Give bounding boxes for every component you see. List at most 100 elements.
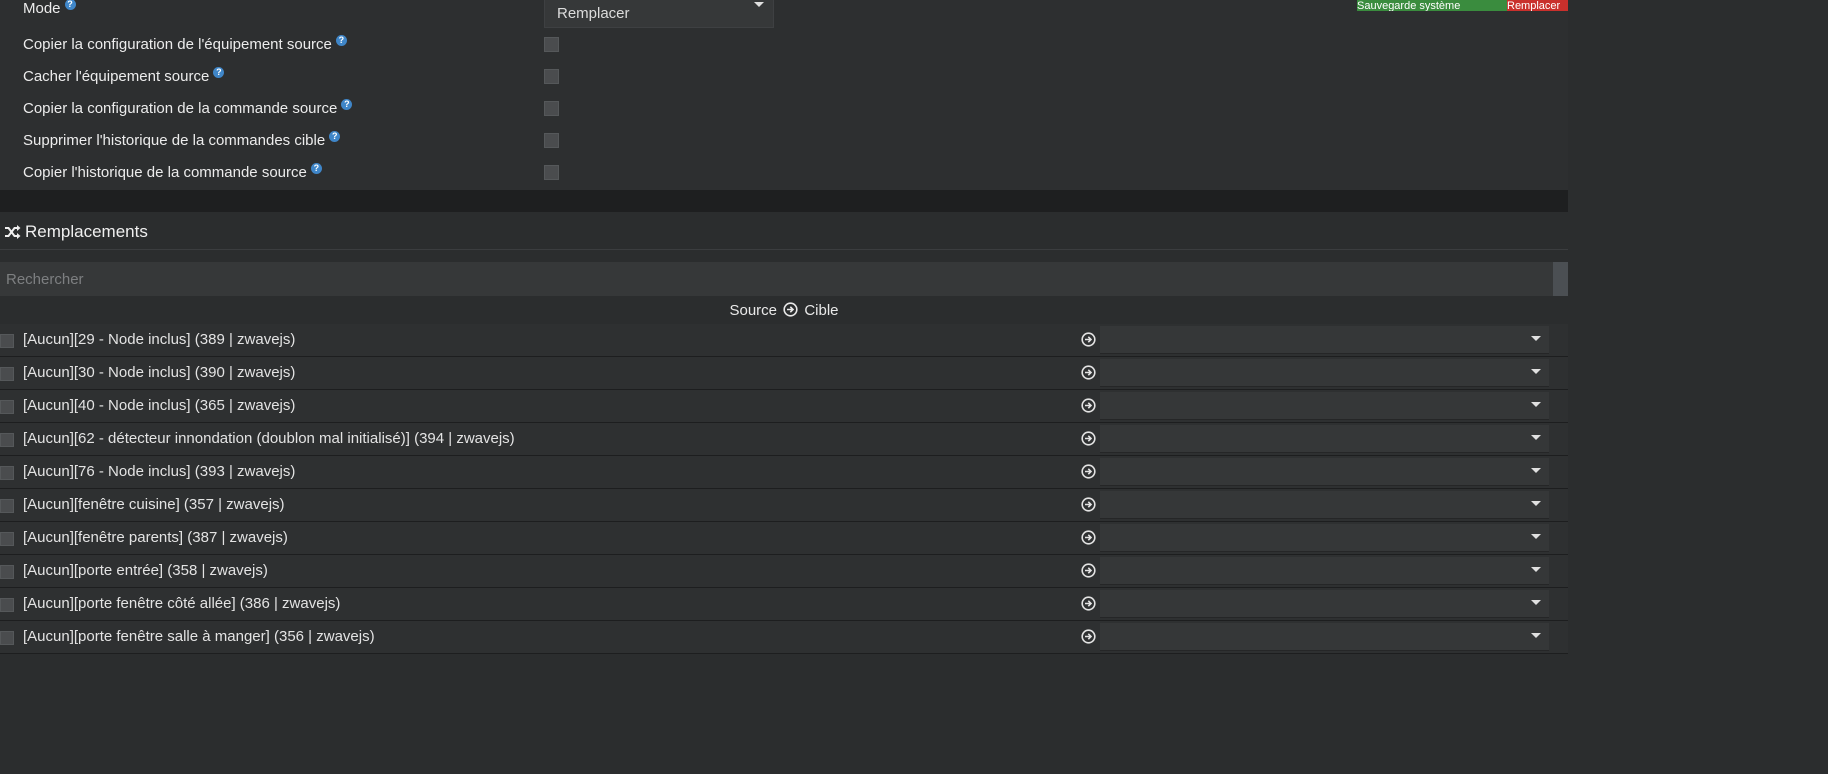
option-label: Cacher l'équipement source — [23, 68, 210, 85]
mode-label-text: Mode — [23, 0, 61, 17]
replacement-row: [Aucun][porte entrée] (358 | zwavejs) — [0, 555, 1568, 588]
arrow-right-circle-icon — [1081, 629, 1096, 644]
option-copy-source-history-checkbox[interactable] — [544, 165, 559, 180]
chevron-down-icon — [1531, 468, 1541, 473]
arrow-right-circle-icon — [1081, 464, 1096, 479]
options-panel: Sauvegarde système Remplacer Mode? Rempl… — [0, 0, 1568, 190]
option-copy-equipment-config: Copier la configuration de l'équipement … — [23, 35, 347, 53]
mode-select-value: Remplacer — [557, 5, 630, 22]
target-select[interactable] — [1100, 359, 1549, 387]
replacement-row: [Aucun][porte fenêtre côté allée] (386 |… — [0, 588, 1568, 621]
mode-select[interactable]: Remplacer — [544, 0, 774, 28]
backup-button[interactable]: Sauvegarde système — [1357, 0, 1507, 11]
replacement-row: [Aucun][fenêtre cuisine] (357 | zwavejs) — [0, 489, 1568, 522]
replacement-row: [Aucun][fenêtre parents] (387 | zwavejs) — [0, 522, 1568, 555]
row-checkbox[interactable] — [0, 367, 14, 381]
column-header: Source Cible — [0, 302, 1568, 319]
target-select[interactable] — [1100, 425, 1549, 453]
target-select[interactable] — [1100, 326, 1549, 354]
row-checkbox[interactable] — [0, 334, 14, 348]
target-select[interactable] — [1100, 623, 1549, 651]
option-label: Copier la configuration de l'équipement … — [23, 36, 332, 53]
replacement-row: [Aucun][30 - Node inclus] (390 | zwavejs… — [0, 357, 1568, 390]
chevron-down-icon — [1531, 402, 1541, 407]
row-checkbox[interactable] — [0, 400, 14, 414]
source-command: [Aucun][fenêtre parents] (387 | zwavejs) — [23, 529, 288, 546]
arrow-right-circle-icon — [1081, 431, 1096, 446]
help-icon[interactable]: ? — [335, 35, 347, 46]
option-copy-source-history: Copier l'historique de la commande sourc… — [23, 163, 322, 181]
chevron-down-icon — [1531, 435, 1541, 440]
replacements-header: Remplacements — [0, 212, 1568, 250]
source-command: [Aucun][29 - Node inclus] (389 | zwavejs… — [23, 331, 296, 348]
option-delete-target-history-checkbox[interactable] — [544, 133, 559, 148]
row-checkbox[interactable] — [0, 565, 14, 579]
option-hide-source-equipment: Cacher l'équipement source? — [23, 67, 225, 85]
replace-button[interactable]: Remplacer — [1507, 0, 1568, 11]
row-checkbox[interactable] — [0, 499, 14, 513]
chevron-down-icon — [1531, 336, 1541, 341]
chevron-down-icon — [1531, 633, 1541, 638]
source-command: [Aucun][porte fenêtre côté allée] (386 |… — [23, 595, 341, 612]
source-command: [Aucun][porte entrée] (358 | zwavejs) — [23, 562, 268, 579]
chevron-down-icon — [1531, 534, 1541, 539]
search-input[interactable] — [0, 262, 1553, 296]
arrow-right-circle-icon — [1081, 563, 1096, 578]
source-command: [Aucun][30 - Node inclus] (390 | zwavejs… — [23, 364, 296, 381]
section-divider — [0, 190, 1568, 212]
shuffle-icon — [5, 225, 21, 239]
option-hide-source-equipment-checkbox[interactable] — [544, 69, 559, 84]
arrow-right-circle-icon — [1081, 530, 1096, 545]
arrow-right-circle-icon — [1081, 596, 1096, 611]
chevron-down-icon — [1531, 501, 1541, 506]
source-command: [Aucun][76 - Node inclus] (393 | zwavejs… — [23, 463, 296, 480]
row-checkbox[interactable] — [0, 631, 14, 645]
source-command: [Aucun][porte fenêtre salle à manger] (3… — [23, 628, 375, 645]
replacement-row: [Aucun][76 - Node inclus] (393 | zwavejs… — [0, 456, 1568, 489]
target-select[interactable] — [1100, 524, 1549, 552]
help-icon[interactable]: ? — [310, 163, 322, 174]
help-icon[interactable]: ? — [64, 0, 76, 10]
chevron-down-icon — [754, 2, 764, 7]
target-select[interactable] — [1100, 491, 1549, 519]
header-target: Cible — [804, 302, 839, 319]
clear-search-button[interactable] — [1553, 262, 1568, 296]
replacement-list: [Aucun][29 - Node inclus] (389 | zwavejs… — [0, 324, 1568, 654]
row-checkbox[interactable] — [0, 532, 14, 546]
option-label: Copier la configuration de la commande s… — [23, 100, 338, 117]
arrow-right-circle-icon — [783, 302, 798, 317]
header-source: Source — [729, 302, 777, 319]
target-select[interactable] — [1100, 557, 1549, 585]
chevron-down-icon — [1531, 600, 1541, 605]
row-checkbox[interactable] — [0, 598, 14, 612]
replacement-row: [Aucun][62 - détecteur innondation (doub… — [0, 423, 1568, 456]
chevron-down-icon — [1531, 369, 1541, 374]
arrow-right-circle-icon — [1081, 365, 1096, 380]
arrow-right-circle-icon — [1081, 497, 1096, 512]
option-copy-command-config-checkbox[interactable] — [544, 101, 559, 116]
option-copy-equipment-config-checkbox[interactable] — [544, 37, 559, 52]
target-select[interactable] — [1100, 458, 1549, 486]
row-checkbox[interactable] — [0, 433, 14, 447]
help-icon[interactable]: ? — [341, 99, 353, 110]
source-command: [Aucun][40 - Node inclus] (365 | zwavejs… — [23, 397, 296, 414]
row-checkbox[interactable] — [0, 466, 14, 480]
help-icon[interactable]: ? — [329, 131, 341, 142]
help-icon[interactable]: ? — [213, 67, 225, 78]
source-command: [Aucun][fenêtre cuisine] (357 | zwavejs) — [23, 496, 285, 513]
section-title: Remplacements — [25, 222, 148, 241]
chevron-down-icon — [1531, 567, 1541, 572]
arrow-right-circle-icon — [1081, 332, 1096, 347]
replacement-row: [Aucun][40 - Node inclus] (365 | zwavejs… — [0, 390, 1568, 423]
option-copy-command-config: Copier la configuration de la commande s… — [23, 99, 353, 117]
replacement-row: [Aucun][29 - Node inclus] (389 | zwavejs… — [0, 324, 1568, 357]
target-select[interactable] — [1100, 590, 1549, 618]
option-delete-target-history: Supprimer l'historique de la commandes c… — [23, 131, 341, 149]
replacement-row: [Aucun][porte fenêtre salle à manger] (3… — [0, 621, 1568, 654]
target-select[interactable] — [1100, 392, 1549, 420]
mode-label: Mode? — [23, 0, 76, 17]
option-label: Supprimer l'historique de la commandes c… — [23, 132, 326, 149]
option-label: Copier l'historique de la commande sourc… — [23, 164, 307, 181]
arrow-right-circle-icon — [1081, 398, 1096, 413]
source-command: [Aucun][62 - détecteur innondation (doub… — [23, 430, 515, 447]
